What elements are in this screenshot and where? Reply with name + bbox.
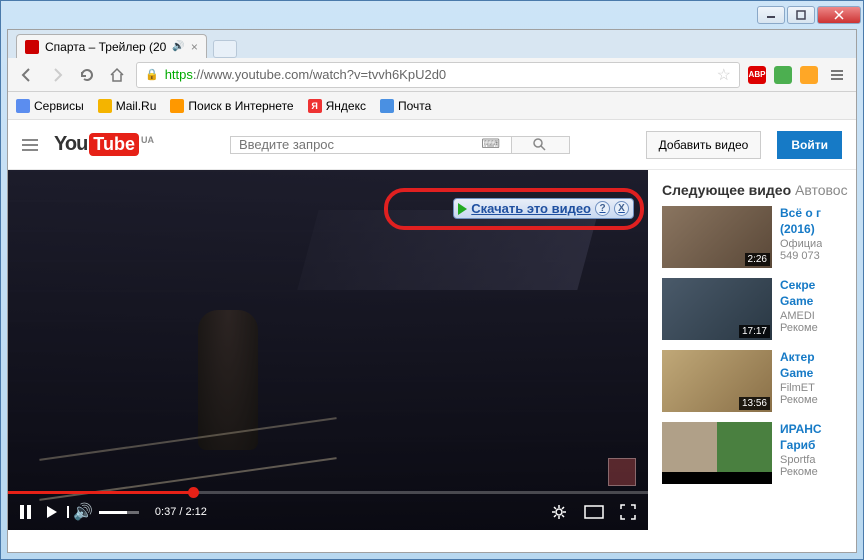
youtube-logo[interactable]: You Tube UA xyxy=(54,133,154,156)
player-controls: 🔊 0:37 / 2:12 xyxy=(8,494,648,530)
extension-icon-2[interactable] xyxy=(800,66,818,84)
play-icon xyxy=(458,203,467,215)
extension-icon-1[interactable] xyxy=(774,66,792,84)
lock-icon: 🔒 xyxy=(145,68,159,81)
bookmark-item[interactable]: Почта xyxy=(380,99,431,113)
fullscreen-button[interactable] xyxy=(620,504,636,520)
url-host: ://www.youtube.com xyxy=(193,67,309,82)
recommendations-sidebar: Следующее видео Автовос 2:26 Всё о г(201… xyxy=(648,170,856,552)
recommendation-item[interactable]: 17:17 СекреGameAMEDIРекоме xyxy=(662,278,856,340)
address-bar[interactable]: 🔒 https://www.youtube.com/watch?v=tvvh6K… xyxy=(136,62,740,88)
tab-strip: Спарта – Трейлер (20 🔊 × xyxy=(8,30,856,58)
help-icon[interactable]: ? xyxy=(595,201,610,216)
video-thumbnail: 17:17 xyxy=(662,278,772,340)
window-frame: Спарта – Трейлер (20 🔊 × 🔒 https://www.y… xyxy=(0,0,864,560)
url-protocol: https xyxy=(165,67,193,82)
search-input[interactable] xyxy=(230,136,512,154)
bookmark-star-icon[interactable]: ☆ xyxy=(717,65,731,85)
tab-close-icon[interactable]: × xyxy=(191,40,198,54)
bookmarks-bar: Сервисы Mail.Ru Поиск в Интернете ЯЯндек… xyxy=(8,92,856,120)
video-thumbnail xyxy=(662,422,772,484)
upnext-header: Следующее видео Автовос xyxy=(662,182,856,198)
time-display: 0:37 / 2:12 xyxy=(155,506,207,518)
menu-button[interactable] xyxy=(826,64,848,86)
pause-button[interactable] xyxy=(20,505,31,519)
upload-button[interactable]: Добавить видео xyxy=(646,131,762,159)
adblock-icon[interactable]: ABP xyxy=(748,66,766,84)
maximize-button[interactable] xyxy=(787,6,815,24)
reload-button[interactable] xyxy=(76,64,98,86)
audio-icon[interactable]: 🔊 xyxy=(172,41,184,52)
search-button[interactable] xyxy=(512,136,570,154)
video-player[interactable]: Скачать это видео ? X 🔊 0:37 / 2:12 xyxy=(8,170,648,530)
download-video-button[interactable]: Скачать это видео ? X xyxy=(453,198,634,219)
volume-icon: 🔊 xyxy=(73,502,93,522)
youtube-favicon xyxy=(25,40,39,54)
new-tab-button[interactable] xyxy=(213,40,237,58)
close-icon[interactable]: X xyxy=(614,201,629,216)
recommendation-item[interactable]: 13:56 АктерGameFilmETРекоме xyxy=(662,350,856,412)
bookmark-item[interactable]: Mail.Ru xyxy=(98,99,157,113)
content-area: Скачать это видео ? X 🔊 0:37 / 2:12 xyxy=(8,170,856,552)
browser-toolbar: 🔒 https://www.youtube.com/watch?v=tvvh6K… xyxy=(8,58,856,92)
volume-control[interactable]: 🔊 xyxy=(73,502,139,522)
youtube-header: You Tube UA ⌨ Добавить видео Войти xyxy=(8,120,856,170)
titlebar xyxy=(1,1,863,29)
bookmark-item[interactable]: Поиск в Интернете xyxy=(170,99,293,113)
keyboard-icon[interactable]: ⌨ xyxy=(481,136,500,152)
browser-tab[interactable]: Спарта – Трейлер (20 🔊 × xyxy=(16,34,207,58)
home-button[interactable] xyxy=(106,64,128,86)
video-frame xyxy=(8,170,648,530)
settings-button[interactable] xyxy=(550,503,568,521)
video-thumbnail: 2:26 xyxy=(662,206,772,268)
theater-button[interactable] xyxy=(584,505,604,519)
signin-button[interactable]: Войти xyxy=(777,131,842,159)
recommendation-item[interactable]: ИРАНСГарибSportfaРекоме xyxy=(662,422,856,484)
next-button[interactable] xyxy=(47,506,57,518)
url-path: /watch?v=tvvh6KpU2d0 xyxy=(309,67,446,82)
recommendation-item[interactable]: 2:26 Всё о г(2016)Официа549 073 xyxy=(662,206,856,268)
tab-title: Спарта – Трейлер (20 xyxy=(45,40,166,54)
back-button[interactable] xyxy=(16,64,38,86)
bookmark-item[interactable]: ЯЯндекс xyxy=(308,99,366,113)
video-thumbnail: 13:56 xyxy=(662,350,772,412)
bookmark-item[interactable]: Сервисы xyxy=(16,99,84,113)
minimize-button[interactable] xyxy=(757,6,785,24)
channel-watermark[interactable] xyxy=(608,458,636,486)
forward-button[interactable] xyxy=(46,64,68,86)
close-button[interactable] xyxy=(817,6,861,24)
browser-body: Спарта – Трейлер (20 🔊 × 🔒 https://www.y… xyxy=(7,29,857,553)
guide-button[interactable] xyxy=(22,139,38,151)
